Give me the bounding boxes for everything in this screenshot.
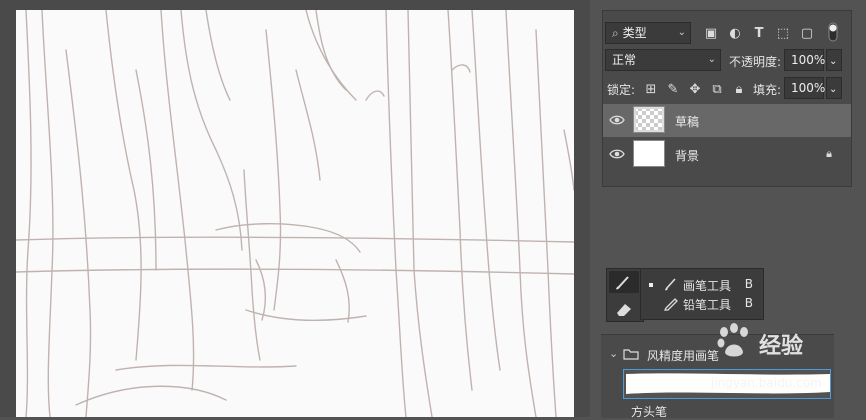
lock-paint-icon[interactable]: ✎ (665, 81, 681, 97)
flyout-item-pencil-tool[interactable]: 铅笔工具 B (641, 294, 763, 313)
layer-name[interactable]: 背景 (675, 147, 699, 164)
brush-tool-flyout: 画笔工具 B 铅笔工具 B (640, 268, 764, 320)
layer-thumbnail (633, 106, 665, 133)
lock-artboard-icon[interactable]: ⧉ (709, 81, 725, 97)
paw-logo-icon (717, 323, 748, 357)
eraser-tool-button[interactable] (609, 297, 639, 319)
smart-object-filter-icon[interactable]: ▢ (799, 25, 815, 41)
layer-lock-icon: 🔒︎ (826, 147, 832, 160)
opacity-label: 不透明度: (729, 55, 782, 69)
tool-shortcut: B (744, 277, 753, 291)
tool-shortcut: B (744, 296, 753, 310)
fill-value: 100% (791, 81, 826, 95)
layer-row-draft[interactable]: 草稿 (603, 104, 851, 137)
brush-icon (616, 276, 629, 290)
lock-all-icon[interactable]: 🔒︎ (731, 81, 747, 97)
visibility-eye-icon[interactable] (609, 146, 625, 162)
blend-mode-dropdown[interactable]: 正常 ⌄ (605, 49, 721, 71)
folder-icon (623, 349, 639, 360)
sketch-artwork (16, 10, 574, 417)
layer-name[interactable]: 草稿 (675, 113, 699, 130)
watermark-brand: 经验 (759, 334, 804, 359)
layer-thumbnail (633, 140, 665, 167)
opacity-field[interactable]: 100% (784, 49, 826, 71)
canvas-area[interactable] (0, 0, 590, 417)
fill-field[interactable]: 100% (784, 77, 826, 99)
tool-name: 画笔工具 (683, 279, 732, 293)
visibility-eye-icon[interactable] (609, 112, 625, 128)
fill-dropdown-button[interactable]: ⌄ (826, 77, 842, 99)
chevron-down-icon: ⌄ (677, 27, 686, 38)
image-filter-icon[interactable]: ▣ (703, 25, 719, 41)
brush-tool-button[interactable] (609, 271, 639, 293)
chevron-down-icon: ⌄ (829, 84, 838, 95)
active-tool-indicator (649, 283, 653, 287)
chevron-down-icon[interactable]: ⌄ (609, 347, 618, 360)
blend-mode-value: 正常 (612, 53, 637, 67)
document-canvas[interactable] (16, 10, 574, 417)
pencil-icon (663, 298, 678, 311)
brush-preset-name[interactable]: 方头笔 (631, 403, 667, 420)
opacity-dropdown-button[interactable]: ⌄ (826, 49, 842, 71)
watermark-url: jingyan.baidu.com (711, 376, 822, 390)
lock-label: 锁定: (607, 83, 636, 97)
filter-kind-value: 类型 (622, 26, 647, 40)
brush-icon (665, 278, 676, 291)
toolbox (606, 268, 644, 322)
opacity-value: 100% (791, 53, 826, 67)
type-filter-icon[interactable]: T (751, 25, 767, 41)
chevron-down-icon: ⌄ (829, 56, 838, 67)
chevron-down-icon: ⌄ (707, 54, 716, 65)
layer-row-background[interactable]: 背景 🔒︎ (603, 138, 851, 171)
adjustment-filter-icon[interactable]: ◐ (727, 25, 743, 41)
search-icon: ⌕ (612, 26, 619, 40)
layer-filter-dropdown[interactable]: ⌕ 类型 ⌄ (605, 22, 691, 44)
shape-filter-icon[interactable]: ⬚ (775, 25, 791, 41)
watermark: 经验 jingyan.baidu.com (705, 318, 845, 398)
layers-panel: ⌕ 类型 ⌄ ▣ ◐ T ⬚ ▢ 正常 ⌄ 不透明度: 100% ⌄ 锁定: ⊞… (602, 10, 852, 187)
filter-toggle-icon[interactable] (827, 21, 839, 43)
flyout-item-brush-tool[interactable]: 画笔工具 B (641, 275, 763, 294)
fill-label: 填充: (753, 83, 782, 97)
lock-transparent-icon[interactable]: ⊞ (643, 81, 659, 97)
eraser-icon (617, 304, 631, 316)
lock-position-icon[interactable]: ✥ (687, 81, 703, 97)
tool-name: 铅笔工具 (683, 298, 732, 312)
